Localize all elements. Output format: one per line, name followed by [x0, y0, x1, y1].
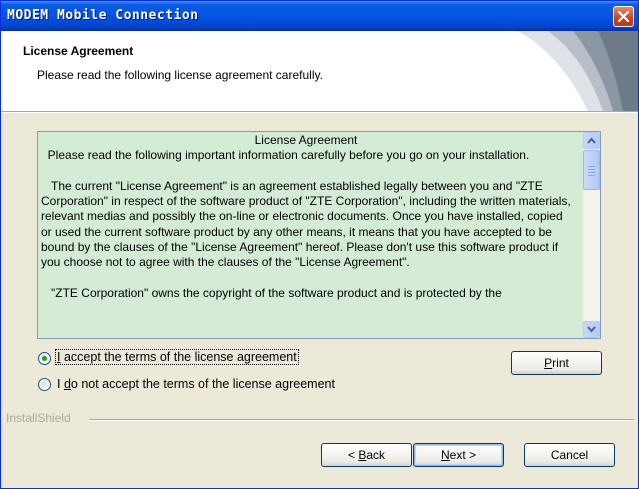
scroll-down-button[interactable]: [583, 321, 600, 338]
installshield-brand: InstallShield: [6, 411, 71, 425]
page-title: License Agreement: [23, 44, 134, 58]
print-label: rint: [552, 356, 569, 370]
decline-radio-label[interactable]: I do not accept the terms of the license…: [57, 377, 335, 391]
back-button[interactable]: < Back: [321, 443, 412, 467]
license-intro: Please read the following important info…: [41, 148, 530, 163]
license-textbox[interactable]: License Agreement Please read the follow…: [37, 131, 601, 339]
license-scrollbar[interactable]: [583, 132, 600, 338]
scroll-thumb[interactable]: [583, 150, 600, 190]
header-divider-highlight: [1, 112, 638, 113]
decline-mnemonic: d: [63, 377, 71, 391]
close-icon: [618, 11, 629, 22]
decline-label-text: o not accept the terms of the license ag…: [70, 377, 335, 391]
license-heading: License Agreement: [254, 133, 358, 147]
installer-window: MODEM Mobile Connection License Agreemen…: [0, 0, 639, 489]
title-bar[interactable]: MODEM Mobile Connection: [1, 1, 638, 31]
window-title: MODEM Mobile Connection: [7, 8, 199, 23]
license-text: License Agreement Please read the follow…: [41, 133, 571, 301]
header-swoosh-graphic: [518, 31, 638, 111]
footer-divider-highlight: [89, 420, 634, 421]
decline-label-prefix: I: [57, 377, 64, 391]
back-prefix: <: [347, 448, 359, 462]
close-button[interactable]: [613, 6, 634, 27]
next-mnemonic: N: [440, 448, 450, 462]
license-paragraph-1: The current "License Agreement" is an ag…: [41, 178, 575, 270]
arrow-down-icon: [587, 326, 596, 333]
print-button[interactable]: Print: [511, 351, 602, 375]
cancel-button[interactable]: Cancel: [524, 443, 615, 467]
accept-label-text: accept the terms of the license agreemen…: [60, 350, 297, 364]
wizard-header: License Agreement Please read the follow…: [1, 31, 638, 111]
back-label: ack: [366, 448, 386, 462]
next-label: ext >: [449, 448, 477, 462]
page-subtitle: Please read the following license agreem…: [37, 68, 323, 82]
next-button[interactable]: Next >: [413, 443, 504, 467]
accept-radio[interactable]: [38, 352, 51, 365]
arrow-up-icon: [587, 137, 596, 144]
decline-radio[interactable]: [38, 378, 51, 391]
scroll-up-button[interactable]: [583, 132, 600, 149]
license-paragraph-2: "ZTE Corporation" owns the copyright of …: [41, 285, 502, 300]
accept-radio-label[interactable]: I accept the terms of the license agreem…: [55, 349, 299, 365]
print-mnemonic: P: [544, 356, 553, 370]
